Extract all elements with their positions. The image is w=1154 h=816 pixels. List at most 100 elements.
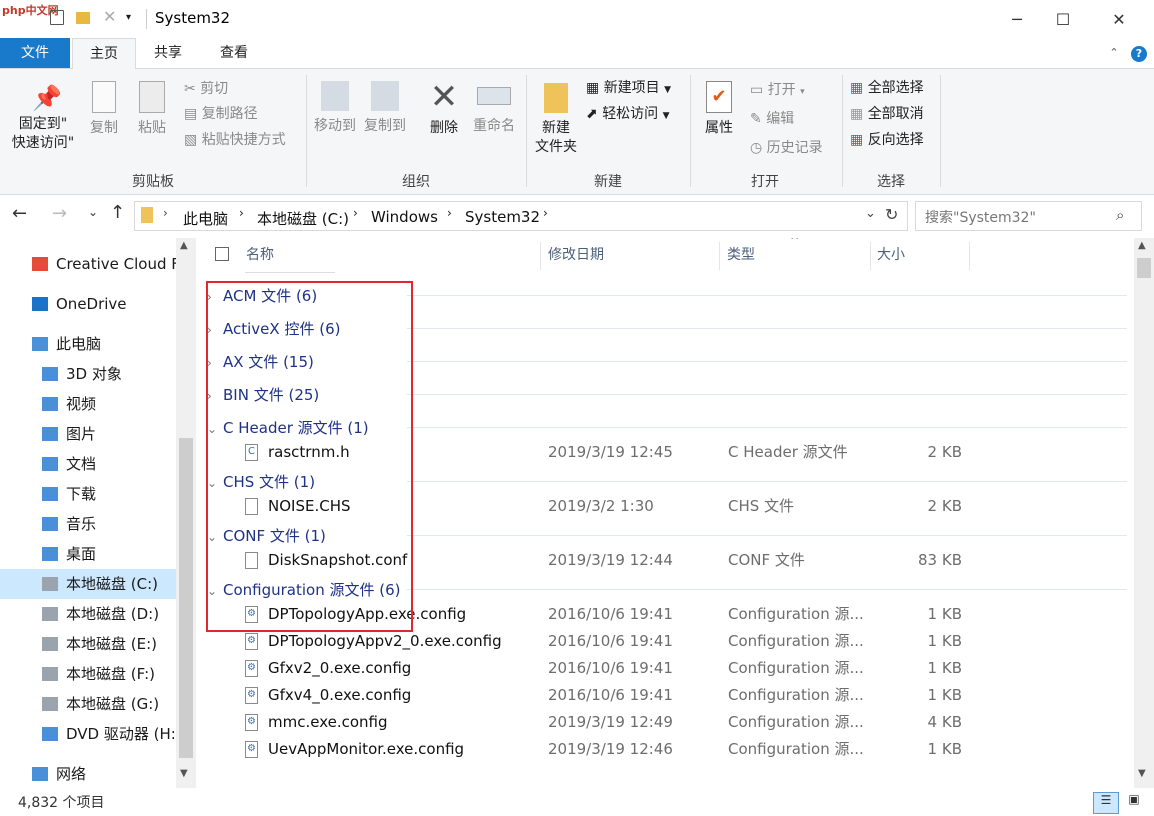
- paste-shortcut-button[interactable]: ▧ 粘贴快捷方式: [184, 129, 286, 149]
- file-row[interactable]: DiskSnapshot.conf 2019/3/19 12:44 CONF 文件 8…: [197, 547, 1134, 574]
- maximize-button[interactable]: ☐: [1040, 0, 1086, 38]
- properties-button[interactable]: ✔ 属性: [698, 73, 740, 169]
- group-header[interactable]: › AX 文件 (15): [207, 351, 314, 372]
- invert-selection-button[interactable]: ▦ 反向选择: [850, 129, 924, 149]
- undo-quick-icon[interactable]: ✕: [103, 7, 119, 26]
- column-header-size[interactable]: 大小: [877, 238, 905, 272]
- tab-view[interactable]: 查看: [206, 38, 262, 68]
- chevron-right-icon[interactable]: ›: [207, 290, 223, 304]
- group-header[interactable]: ⌄ CONF 文件 (1): [207, 525, 326, 546]
- properties-quick-icon[interactable]: [50, 10, 64, 25]
- file-row[interactable]: ⚙ Gfxv2_0.exe.config 2016/10/6 19:41 Config…: [197, 655, 1134, 682]
- close-button[interactable]: ✕: [1096, 0, 1142, 38]
- chevron-right-icon[interactable]: ›: [207, 356, 223, 370]
- chevron-right-icon[interactable]: ›: [207, 389, 223, 403]
- collapse-ribbon-icon[interactable]: ⌃: [1102, 38, 1126, 68]
- folder-quick-icon[interactable]: [76, 12, 90, 24]
- nav-item[interactable]: 音乐: [0, 509, 176, 539]
- nav-item[interactable]: 本地磁盘 (F:): [0, 659, 176, 689]
- chevron-down-icon[interactable]: ⌄: [207, 530, 223, 544]
- chevron-down-icon[interactable]: ⌄: [207, 422, 223, 436]
- search-icon[interactable]: ⌕: [1116, 206, 1124, 224]
- file-row[interactable]: ⚙ UevAppMonitor.exe.config 2019/3/19 12:46…: [197, 736, 1134, 763]
- history-button[interactable]: ◷ 历史记录: [750, 137, 823, 157]
- move-to-button[interactable]: 移动到: [312, 73, 358, 169]
- new-folder-button[interactable]: 新建 文件夹: [530, 73, 582, 169]
- nav-scrollbar[interactable]: ▲ ▼: [176, 238, 196, 788]
- group-header[interactable]: ⌄ Configuration 源文件 (6): [207, 579, 401, 600]
- nav-item[interactable]: 网络: [0, 759, 176, 789]
- file-row[interactable]: ⚙ DPTopologyApp.exe.config 2016/10/6 19:41…: [197, 601, 1134, 628]
- breadcrumb-this-pc[interactable]: 此电脑: [183, 208, 228, 229]
- file-row[interactable]: ⚙ Gfxv4_0.exe.config 2016/10/6 19:41 Config…: [197, 682, 1134, 709]
- column-header-name[interactable]: 名称: [246, 238, 274, 272]
- nav-item[interactable]: 下载: [0, 479, 176, 509]
- group-header[interactable]: ⌄ C Header 源文件 (1): [207, 417, 369, 438]
- nav-item[interactable]: Creative Cloud F: [0, 249, 176, 279]
- search-box[interactable]: 搜索"System32" ⌕: [915, 201, 1142, 231]
- recent-locations-icon[interactable]: ⌄: [88, 205, 98, 219]
- nav-item[interactable]: 视频: [0, 389, 176, 419]
- nav-item[interactable]: 3D 对象: [0, 359, 176, 389]
- scroll-up-icon[interactable]: ▲: [180, 240, 188, 251]
- select-none-button[interactable]: ▦ 全部取消: [850, 103, 924, 123]
- select-all-checkbox[interactable]: [215, 247, 229, 261]
- open-button[interactable]: ▭ 打开 ▾: [750, 79, 805, 99]
- customize-quick-access-icon[interactable]: ▾: [126, 12, 142, 28]
- details-view-icon[interactable]: ☰: [1093, 792, 1119, 814]
- nav-item[interactable]: 本地磁盘 (D:): [0, 599, 176, 629]
- address-dropdown-icon[interactable]: ⌄: [865, 206, 876, 221]
- back-icon[interactable]: ←: [12, 203, 27, 224]
- delete-button[interactable]: ✕ 删除: [424, 73, 464, 169]
- refresh-icon[interactable]: ↻: [885, 205, 898, 224]
- minimize-button[interactable]: ─: [994, 0, 1040, 38]
- tab-share[interactable]: 共享: [140, 38, 196, 68]
- nav-item[interactable]: 本地磁盘 (C:): [0, 569, 176, 599]
- easy-access-button[interactable]: ⬈ 轻松访问 ▼: [586, 103, 670, 123]
- column-header-date[interactable]: 修改日期: [548, 238, 604, 272]
- select-all-button[interactable]: ▦ 全部选择: [850, 77, 924, 97]
- nav-item[interactable]: 文档: [0, 449, 176, 479]
- edit-button[interactable]: ✎ 编辑: [750, 108, 794, 128]
- column-divider[interactable]: [870, 242, 871, 270]
- nav-item[interactable]: 此电脑: [0, 329, 176, 359]
- breadcrumb-windows[interactable]: Windows: [371, 208, 438, 226]
- breadcrumb-system32[interactable]: System32: [465, 208, 540, 226]
- chevron-down-icon[interactable]: ⌄: [207, 584, 223, 598]
- help-icon[interactable]: ?: [1128, 38, 1150, 68]
- nav-scroll-thumb[interactable]: [179, 438, 193, 758]
- nav-item[interactable]: 本地磁盘 (G:): [0, 689, 176, 719]
- up-icon[interactable]: ↑: [110, 202, 125, 223]
- group-header[interactable]: › ACM 文件 (6): [207, 285, 317, 306]
- scroll-up-icon[interactable]: ▲: [1138, 240, 1146, 251]
- file-row[interactable]: NOISE.CHS 2019/3/2 1:30 CHS 文件 2 KB: [197, 493, 1134, 520]
- group-header[interactable]: › BIN 文件 (25): [207, 384, 319, 405]
- nav-item[interactable]: DVD 驱动器 (H:): [0, 719, 176, 749]
- column-header-type[interactable]: 类型: [727, 238, 755, 272]
- forward-icon[interactable]: →: [52, 203, 67, 224]
- tab-file[interactable]: 文件: [0, 38, 70, 68]
- file-list-scrollbar[interactable]: ▲ ▼: [1134, 238, 1154, 788]
- rename-button[interactable]: 重命名: [470, 73, 518, 169]
- paste-button[interactable]: 粘贴: [132, 73, 172, 169]
- chevron-down-icon[interactable]: ⌄: [207, 476, 223, 490]
- copy-to-button[interactable]: 复制到: [362, 73, 408, 169]
- file-scroll-thumb[interactable]: [1137, 258, 1151, 278]
- cut-button[interactable]: ✂ 剪切: [184, 78, 228, 98]
- address-bar[interactable]: › 此电脑 › 本地磁盘 (C:) › Windows › System32 ›…: [134, 201, 908, 231]
- nav-item[interactable]: 图片: [0, 419, 176, 449]
- column-divider[interactable]: [969, 242, 970, 270]
- nav-item[interactable]: 桌面: [0, 539, 176, 569]
- nav-item[interactable]: 本地磁盘 (E:): [0, 629, 176, 659]
- nav-item[interactable]: OneDrive: [0, 289, 176, 319]
- chevron-right-icon[interactable]: ›: [207, 323, 223, 337]
- file-row[interactable]: ⚙ DPTopologyAppv2_0.exe.config 2016/10/6 1…: [197, 628, 1134, 655]
- file-row[interactable]: Crasctrnm.h 2019/3/19 12:45 C Header 源文件 2 …: [197, 439, 1134, 466]
- file-row[interactable]: ⚙ mmc.exe.config 2019/3/19 12:49 Configurat…: [197, 709, 1134, 736]
- scroll-down-icon[interactable]: ▼: [180, 768, 188, 779]
- tab-home[interactable]: 主页: [72, 38, 136, 69]
- large-icons-view-icon[interactable]: ▣: [1123, 792, 1145, 812]
- group-header[interactable]: › ActiveX 控件 (6): [207, 318, 340, 339]
- copy-path-button[interactable]: ▤ 复制路径: [184, 103, 258, 123]
- copy-button[interactable]: 复制: [84, 73, 124, 169]
